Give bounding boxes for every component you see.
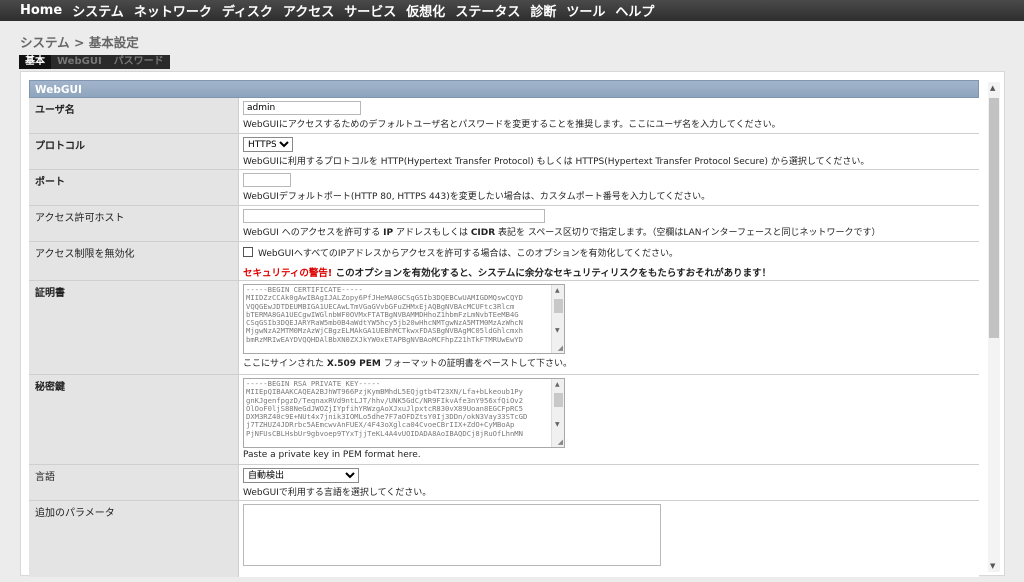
private-key-description: Paste a private key in PEM format here.	[243, 450, 421, 460]
row-certificate: 証明書 -----BEGIN CERTIFICATE----- MIIDZzCC…	[29, 281, 979, 375]
username-field-cell: WebGUIにアクセスするためのデフォルトユーザ名とパスワードを変更することを推…	[239, 98, 979, 133]
private-key-label: 秘密鍵	[29, 375, 239, 464]
section-header-webgui: WebGUI	[29, 80, 979, 98]
row-private-key: 秘密鍵 -----BEGIN RSA PRIVATE KEY----- MIIE…	[29, 375, 979, 465]
protocol-label: プロトコル	[29, 134, 239, 169]
security-warning-title: セキュリティの警告!	[243, 268, 333, 279]
page-scroll-down-icon[interactable]: ▼	[990, 562, 995, 570]
port-field-cell: WebGUIデフォルトポート(HTTP 80, HTTPS 443)を変更したい…	[239, 170, 979, 205]
username-label: ユーザ名	[29, 98, 239, 133]
scroll-down-icon[interactable]: ▼	[555, 327, 560, 334]
row-allowed-hosts: アクセス許可ホスト WebGUI へのアクセスを許可する IP アドレスもしくは…	[29, 206, 979, 242]
scroll-up-icon[interactable]: ▲	[555, 287, 560, 294]
certificate-desc-part: フォーマットの証明書をペーストして下さい。	[380, 359, 573, 369]
port-input[interactable]	[243, 173, 291, 187]
extra-params-label: 追加のパラメータ	[29, 501, 239, 577]
nav-help[interactable]: ヘルプ	[615, 1, 654, 20]
protocol-select[interactable]: HTTPS	[243, 137, 293, 152]
page-scroll-up-icon[interactable]: ▲	[990, 84, 995, 92]
nav-network[interactable]: ネットワーク	[134, 1, 212, 20]
certificate-content: -----BEGIN CERTIFICATE----- MIIDZzCCAk0g…	[246, 285, 523, 344]
allowed-hosts-description: WebGUI へのアクセスを許可する IP アドレスもしくは CIDR 表記を …	[243, 225, 975, 238]
security-warning: セキュリティの警告! このオプションを有効化すると、システムに余分なセキュリティ…	[243, 265, 975, 279]
row-disable-restriction: アクセス制限を無効化 WebGUIへすべてのIPアドレスからアクセスを許可する場…	[29, 242, 979, 281]
row-protocol: プロトコル HTTPS WebGUIに利用するプロトコルを HTTP(Hyper…	[29, 134, 979, 170]
certificate-description: ここにサインされた X.509 PEM フォーマットの証明書をペーストして下さい…	[243, 356, 975, 369]
protocol-description: WebGUIに利用するプロトコルを HTTP(Hypertext Transfe…	[243, 157, 870, 167]
scroll-thumb[interactable]	[554, 393, 563, 407]
top-navigation: Home システム ネットワーク ディスク アクセス サービス 仮想化 ステータ…	[0, 0, 1024, 21]
private-key-content: -----BEGIN RSA PRIVATE KEY----- MIIEpQIB…	[246, 379, 528, 438]
page-scrollbar[interactable]: ▲ ▼	[988, 82, 1000, 572]
port-description: WebGUIデフォルトポート(HTTP 80, HTTPS 443)を変更したい…	[243, 192, 711, 202]
username-description: WebGUIにアクセスするためのデフォルトユーザ名とパスワードを変更することを推…	[243, 120, 781, 130]
page-scroll-thumb[interactable]	[989, 98, 999, 338]
allowed-hosts-field-cell: WebGUI へのアクセスを許可する IP アドレスもしくは CIDR 表記を …	[239, 206, 979, 241]
resize-handle-icon[interactable]: ◢	[558, 438, 563, 446]
private-key-textarea[interactable]: -----BEGIN RSA PRIVATE KEY----- MIIEpQIB…	[243, 378, 565, 448]
private-key-scrollbar[interactable]: ▲ ▼	[551, 379, 564, 447]
scroll-thumb[interactable]	[554, 299, 563, 313]
nav-access[interactable]: アクセス	[283, 1, 334, 20]
language-select[interactable]: 自動検出	[243, 468, 359, 483]
certificate-scrollbar[interactable]: ▲ ▼	[551, 285, 564, 353]
extra-params-field-cell	[239, 501, 979, 577]
nav-system[interactable]: システム	[72, 1, 124, 20]
certificate-desc-format: X.509 PEM	[326, 359, 381, 369]
security-warning-text: このオプションを有効化すると、システムに余分なセキュリティリスクをもたらすおそれ…	[332, 268, 772, 279]
disable-restriction-label: アクセス制限を無効化	[29, 242, 239, 280]
disable-restriction-checkbox-label: WebGUIへすべてのIPアドレスからアクセスを許可する場合は、このオプションを…	[258, 249, 678, 259]
row-port: ポート WebGUIデフォルトポート(HTTP 80, HTTPS 443)を変…	[29, 170, 979, 206]
resize-handle-icon[interactable]: ◢	[558, 344, 563, 352]
nav-virtualization[interactable]: 仮想化	[406, 1, 445, 20]
nav-services[interactable]: サービス	[344, 1, 396, 20]
tab-basic[interactable]: 基本	[19, 55, 51, 69]
disable-restriction-option: WebGUIへすべてのIPアドレスからアクセスを許可する場合は、このオプションを…	[243, 246, 975, 259]
port-label: ポート	[29, 170, 239, 205]
allowed-hosts-desc-ip: IP	[383, 228, 394, 238]
allowed-hosts-desc-part: 表記を スペース区切りで指定します。（空欄はLANインターフェースと同じネットワ…	[495, 228, 881, 238]
private-key-field-cell: -----BEGIN RSA PRIVATE KEY----- MIIEpQIB…	[239, 375, 979, 464]
scroll-down-icon[interactable]: ▼	[555, 421, 560, 428]
nav-diagnostics[interactable]: 診断	[530, 1, 556, 20]
certificate-label: 証明書	[29, 281, 239, 374]
extra-params-textarea[interactable]	[243, 504, 661, 566]
certificate-desc-part: ここにサインされた	[243, 359, 327, 369]
allowed-hosts-label: アクセス許可ホスト	[29, 206, 239, 241]
allowed-hosts-desc-part: WebGUI へのアクセスを許可する	[243, 228, 384, 238]
nav-tools[interactable]: ツール	[566, 1, 605, 20]
nav-status[interactable]: ステータス	[455, 1, 520, 20]
nav-disk[interactable]: ディスク	[222, 1, 273, 20]
row-language: 言語 自動検出 WebGUIで利用する言語を選択してください。	[29, 465, 979, 501]
breadcrumb: システム > 基本設定	[20, 35, 139, 50]
allowed-hosts-input[interactable]	[243, 209, 545, 223]
tab-bar: 基本 WebGUI パスワード	[19, 55, 170, 69]
allowed-hosts-desc-cidr: CIDR	[470, 228, 496, 238]
language-field-cell: 自動検出 WebGUIで利用する言語を選択してください。	[239, 465, 979, 500]
row-extra-params: 追加のパラメータ	[29, 501, 979, 577]
certificate-textarea[interactable]: -----BEGIN CERTIFICATE----- MIIDZzCCAk0g…	[243, 284, 565, 354]
nav-home[interactable]: Home	[20, 3, 62, 18]
scroll-up-icon[interactable]: ▲	[555, 381, 560, 388]
username-input[interactable]	[243, 101, 361, 115]
form-content: WebGUI ユーザ名 WebGUIにアクセスするためのデフォルトユーザ名とパス…	[29, 80, 979, 577]
disable-restriction-field-cell: WebGUIへすべてのIPアドレスからアクセスを許可する場合は、このオプションを…	[239, 242, 979, 280]
settings-panel: WebGUI ユーザ名 WebGUIにアクセスするためのデフォルトユーザ名とパス…	[20, 71, 1005, 577]
tab-password[interactable]: パスワード	[108, 55, 170, 69]
protocol-field-cell: HTTPS WebGUIに利用するプロトコルを HTTP(Hypertext T…	[239, 134, 979, 169]
disable-restriction-checkbox[interactable]	[243, 247, 253, 257]
row-username: ユーザ名 WebGUIにアクセスするためのデフォルトユーザ名とパスワードを変更す…	[29, 98, 979, 134]
language-description: WebGUIで利用する言語を選択してください。	[243, 488, 432, 498]
tab-webgui[interactable]: WebGUI	[51, 55, 108, 69]
certificate-field-cell: -----BEGIN CERTIFICATE----- MIIDZzCCAk0g…	[239, 281, 979, 374]
allowed-hosts-desc-part: アドレスもしくは	[393, 228, 471, 238]
language-label: 言語	[29, 465, 239, 500]
